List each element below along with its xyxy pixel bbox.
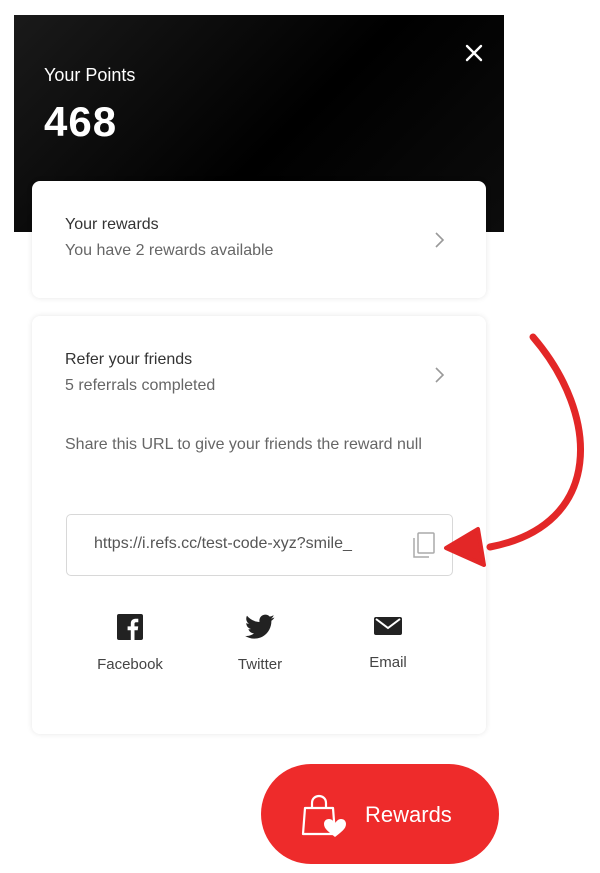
points-value: 468 bbox=[44, 98, 118, 145]
twitter-label: Twitter bbox=[237, 656, 283, 673]
refer-friends-card: Refer your friends 5 referrals completed… bbox=[32, 316, 486, 734]
email-label: Email bbox=[369, 654, 407, 671]
rewards-launcher-button[interactable]: Rewards bbox=[261, 764, 499, 864]
close-icon[interactable] bbox=[462, 41, 486, 65]
email-icon bbox=[374, 617, 402, 635]
points-title: Your Points bbox=[44, 65, 136, 85]
facebook-icon bbox=[117, 614, 143, 640]
chevron-right-icon[interactable] bbox=[434, 231, 446, 249]
rewards-title: Your rewards bbox=[65, 216, 159, 233]
share-twitter-button[interactable]: Twitter bbox=[215, 614, 305, 694]
share-email-button[interactable]: Email bbox=[343, 614, 433, 694]
your-rewards-card[interactable]: Your rewards You have 2 rewards availabl… bbox=[32, 181, 486, 298]
referral-url[interactable]: https://i.refs.cc/test-code-xyz?smile_ bbox=[94, 535, 394, 553]
twitter-icon bbox=[245, 614, 275, 639]
refer-title: Refer your friends bbox=[65, 351, 193, 368]
rewards-launcher-label: Rewards bbox=[365, 802, 452, 827]
referrals-completed: 5 referrals completed bbox=[65, 377, 216, 394]
annotation-arrow bbox=[444, 333, 584, 567]
referral-url-field[interactable]: https://i.refs.cc/test-code-xyz?smile_ bbox=[66, 514, 453, 576]
share-facebook-button[interactable]: Facebook bbox=[85, 614, 175, 694]
share-description: Share this URL to give your friends the … bbox=[65, 436, 422, 453]
rewards-subtitle: You have 2 rewards available bbox=[65, 242, 274, 259]
facebook-label: Facebook bbox=[97, 656, 163, 673]
shopping-bag-heart-icon bbox=[301, 794, 346, 837]
